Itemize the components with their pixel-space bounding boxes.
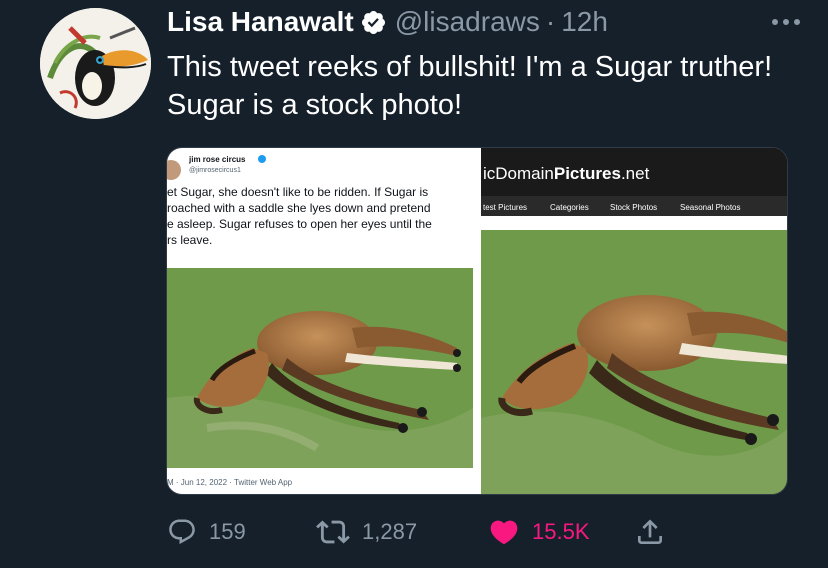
tweet-media[interactable]: jim rose circus @jimrosecircus1 et Sugar…: [166, 147, 788, 495]
reply-button[interactable]: 159: [167, 510, 246, 554]
display-name[interactable]: Lisa Hanawalt: [167, 6, 354, 38]
timestamp[interactable]: 12h: [561, 6, 608, 38]
reply-count: 159: [209, 519, 246, 544]
verified-badge-icon: [361, 10, 385, 34]
retweet-button[interactable]: 1,287: [316, 510, 417, 554]
avatar[interactable]: [40, 8, 151, 119]
site-nav-stock-photos: Stock Photos: [610, 203, 657, 212]
quoted-text-line-2: roached with a saddle she lyes down and …: [167, 201, 431, 215]
reply-icon: [169, 519, 195, 545]
share-button[interactable]: [634, 510, 666, 554]
site-nav-categories: Categories: [550, 203, 589, 212]
media-composite: jim rose circus @jimrosecircus1 et Sugar…: [167, 148, 787, 494]
collage-divider: [473, 148, 481, 494]
quoted-text-line-4: rs leave.: [167, 233, 212, 247]
toucan-illustration: [40, 8, 151, 119]
like-button[interactable]: 15.5K: [488, 510, 590, 554]
tweet-header: Lisa Hanawalt @lisadraws · 12h: [167, 4, 608, 40]
left-panel: jim rose circus @jimrosecircus1 et Sugar…: [167, 148, 473, 494]
quoted-name: jim rose circus: [188, 155, 246, 164]
like-count: 15.5K: [532, 519, 590, 544]
site-nav-seasonal: Seasonal Photos: [680, 203, 741, 212]
tweet-actions: 159 1,287 15.5K: [0, 510, 828, 554]
site-title: icDomainPictures.net: [483, 164, 650, 183]
quoted-text-line-3: e asleep. Sugar refuses to open her eyes…: [167, 217, 432, 231]
more-button[interactable]: [766, 8, 806, 36]
tweet-text: This tweet reeks of bullshit! I'm a Suga…: [167, 51, 773, 121]
site-nav-latest: test Pictures: [483, 203, 527, 212]
right-panel: icDomainPictures.net test Pictures Categ…: [481, 148, 787, 494]
handle[interactable]: @lisadraws: [395, 6, 540, 38]
share-icon: [638, 519, 662, 544]
more-horizontal-icon: [772, 19, 800, 25]
retweet-count: 1,287: [362, 519, 418, 544]
separator-dot: ·: [545, 6, 556, 37]
quoted-footer: M · Jun 12, 2022 · Twitter Web App: [167, 478, 293, 487]
quoted-verified-icon: [258, 155, 266, 163]
quoted-handle: @jimrosecircus1: [189, 167, 241, 174]
retweet-icon: [316, 520, 350, 544]
heart-icon: [490, 520, 518, 545]
quoted-text-line-1: et Sugar, she doesn't like to be ridden.…: [167, 185, 428, 199]
